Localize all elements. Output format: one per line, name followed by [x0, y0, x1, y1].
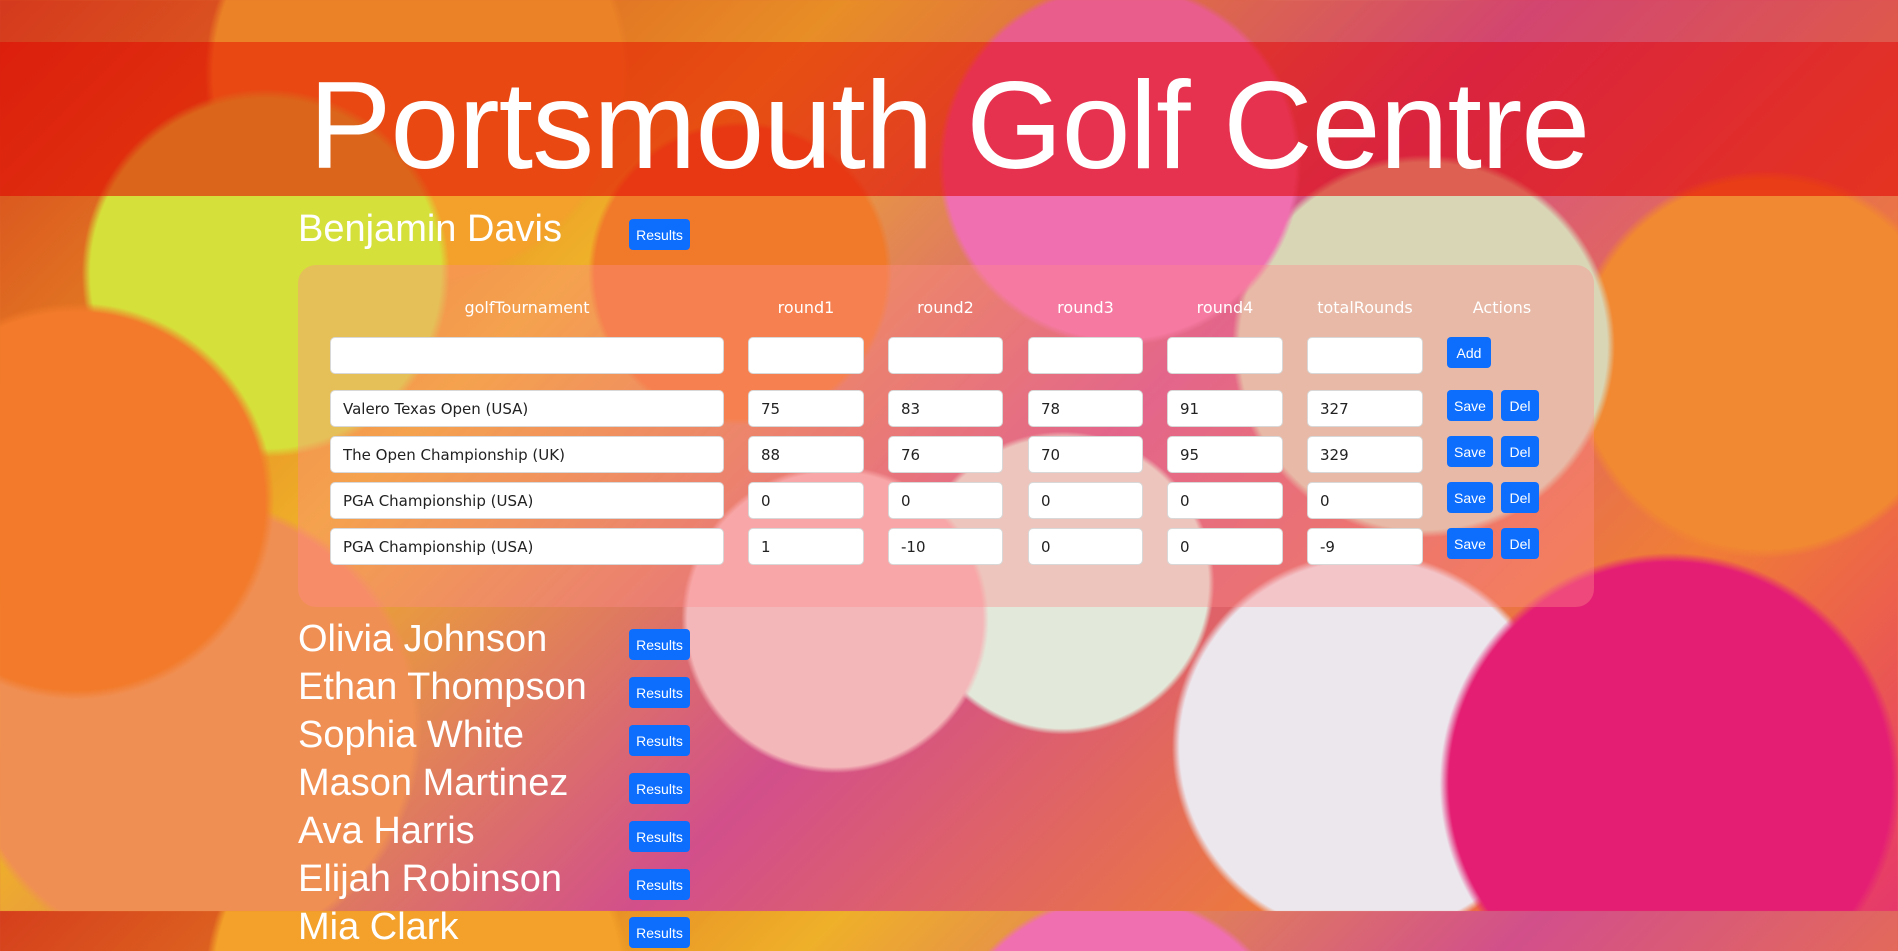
results-button[interactable]: Results — [629, 869, 690, 900]
results-button[interactable]: Results — [629, 629, 690, 660]
new-total-input[interactable] — [1307, 337, 1423, 374]
round1-input[interactable] — [748, 482, 864, 519]
player-name: Elijah Robinson — [298, 858, 563, 900]
table-row: Save Del — [298, 528, 1594, 568]
header-total-rounds: totalRounds — [1317, 298, 1413, 317]
round4-input[interactable] — [1167, 528, 1283, 565]
player-row: Olivia Johnson Results — [298, 615, 1698, 663]
round4-input[interactable] — [1167, 390, 1283, 427]
round2-input[interactable] — [888, 528, 1003, 565]
results-button[interactable]: Results — [629, 725, 690, 756]
player-name: Ethan Thompson — [298, 666, 587, 708]
new-round1-input[interactable] — [748, 337, 864, 374]
round3-input[interactable] — [1028, 390, 1143, 427]
player-row: Ava Harris Results — [298, 807, 1698, 855]
player-name: Mia Clark — [298, 906, 459, 948]
player-name: Mason Martinez — [298, 762, 569, 804]
delete-button[interactable]: Del — [1501, 390, 1539, 421]
save-button[interactable]: Save — [1447, 436, 1493, 467]
player-row: Elijah Robinson Results — [298, 855, 1698, 903]
table-row: Save Del — [298, 482, 1594, 522]
round4-input[interactable] — [1167, 482, 1283, 519]
total-rounds-input[interactable] — [1307, 528, 1423, 565]
header-golf-tournament: golfTournament — [464, 298, 590, 317]
results-button[interactable]: Results — [629, 219, 690, 250]
player-list: Benjamin Davis Results golfTournament ro… — [298, 205, 1698, 951]
round2-input[interactable] — [888, 482, 1003, 519]
player-name: Olivia Johnson — [298, 618, 548, 660]
player-name: Sophia White — [298, 714, 525, 756]
tournament-input[interactable] — [330, 436, 724, 473]
save-button[interactable]: Save — [1447, 528, 1493, 559]
header-round2: round2 — [917, 298, 974, 317]
new-round4-input[interactable] — [1167, 337, 1283, 374]
table-row: Save Del — [298, 436, 1594, 476]
round1-input[interactable] — [748, 528, 864, 565]
total-rounds-input[interactable] — [1307, 436, 1423, 473]
delete-button[interactable]: Del — [1501, 528, 1539, 559]
player-row: Benjamin Davis Results — [298, 205, 1698, 253]
tournament-input[interactable] — [330, 390, 724, 427]
header-round1: round1 — [777, 298, 835, 317]
header-actions: Actions — [1472, 298, 1532, 317]
save-button[interactable]: Save — [1447, 482, 1493, 513]
total-rounds-input[interactable] — [1307, 482, 1423, 519]
results-button[interactable]: Results — [629, 821, 690, 852]
round3-input[interactable] — [1028, 482, 1143, 519]
player-row: Mason Martinez Results — [298, 759, 1698, 807]
round4-input[interactable] — [1167, 436, 1283, 473]
delete-button[interactable]: Del — [1501, 482, 1539, 513]
round3-input[interactable] — [1028, 436, 1143, 473]
total-rounds-input[interactable] — [1307, 390, 1423, 427]
tournament-input[interactable] — [330, 528, 724, 565]
round1-input[interactable] — [748, 390, 864, 427]
round2-input[interactable] — [888, 436, 1003, 473]
results-button[interactable]: Results — [629, 773, 690, 804]
new-round2-input[interactable] — [888, 337, 1003, 374]
results-panel: golfTournament round1 round2 round3 roun… — [298, 265, 1594, 607]
header-round4: round4 — [1196, 298, 1254, 317]
save-button[interactable]: Save — [1447, 390, 1493, 421]
round3-input[interactable] — [1028, 528, 1143, 565]
add-button[interactable]: Add — [1447, 337, 1491, 368]
results-button[interactable]: Results — [629, 917, 690, 948]
player-name: Ava Harris — [298, 810, 475, 852]
player-row: Ethan Thompson Results — [298, 663, 1698, 711]
tournament-input[interactable] — [330, 482, 724, 519]
results-button[interactable]: Results — [629, 677, 690, 708]
player-row: Sophia White Results — [298, 711, 1698, 759]
table-row: Save Del — [298, 390, 1594, 430]
player-row: Mia Clark Results — [298, 903, 1698, 951]
site-title: Portsmouth Golf Centre — [308, 57, 1591, 195]
round1-input[interactable] — [748, 436, 864, 473]
new-tournament-input[interactable] — [330, 337, 724, 374]
delete-button[interactable]: Del — [1501, 436, 1539, 467]
player-name: Benjamin Davis — [298, 208, 562, 250]
header-top-band — [0, 0, 1898, 42]
new-entry-row: Add — [298, 337, 1594, 377]
new-round3-input[interactable] — [1028, 337, 1143, 374]
round2-input[interactable] — [888, 390, 1003, 427]
header-round3: round3 — [1057, 298, 1114, 317]
